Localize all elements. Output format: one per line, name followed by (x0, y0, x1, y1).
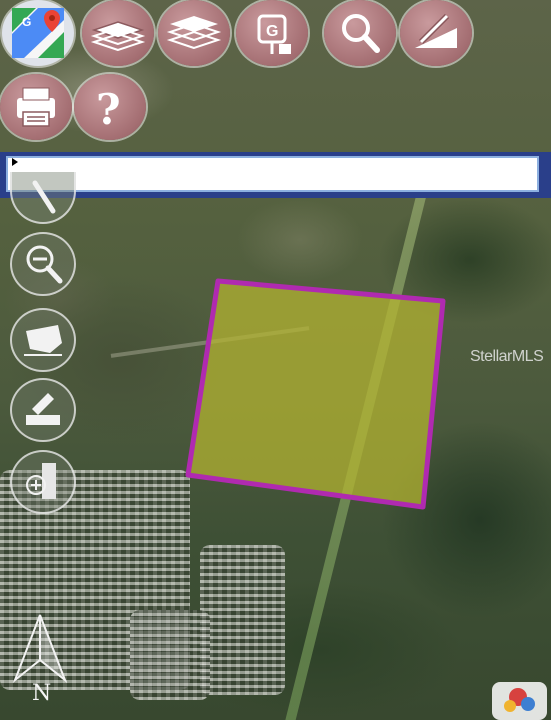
street-person-button[interactable] (10, 450, 76, 514)
draw-icon (415, 13, 457, 48)
google-maps-button[interactable]: G (2, 0, 74, 66)
basemap-button[interactable] (158, 0, 230, 66)
svg-text:G: G (266, 23, 278, 40)
print-button[interactable] (0, 74, 72, 140)
mls-watermark: StellarMLS (470, 348, 544, 365)
search-icon (342, 14, 380, 53)
svg-text:?: ? (96, 85, 121, 132)
parcel-polygon[interactable] (185, 278, 446, 510)
google-maps-icon: G (12, 8, 64, 58)
svg-text:G: G (22, 15, 31, 29)
layers-button[interactable] (82, 0, 154, 66)
zoom-in-icon (32, 180, 56, 214)
street-view-icon: G (257, 14, 291, 54)
north-label: N (32, 681, 51, 705)
zoom-out-button[interactable] (10, 232, 76, 296)
street-view-person-icon (26, 463, 56, 499)
street-view-button[interactable]: G (236, 0, 308, 66)
layers-icon (90, 21, 146, 52)
territory-button[interactable] (10, 308, 76, 372)
territory-icon (24, 325, 62, 356)
search-bar (0, 152, 551, 198)
caret-icon (12, 158, 18, 166)
search-input[interactable] (6, 156, 539, 192)
draw-button[interactable] (400, 0, 472, 66)
measure-icon (26, 393, 60, 425)
zoom-out-icon (26, 245, 63, 284)
layers-alt-icon (166, 16, 222, 50)
print-icon (17, 87, 55, 127)
provider-logo-icon (492, 682, 547, 720)
help-button[interactable]: ? (74, 74, 146, 140)
north-arrow-icon: N (12, 614, 68, 705)
search-button[interactable] (324, 0, 396, 66)
help-icon: ? (96, 85, 121, 132)
measure-button[interactable] (10, 378, 76, 442)
